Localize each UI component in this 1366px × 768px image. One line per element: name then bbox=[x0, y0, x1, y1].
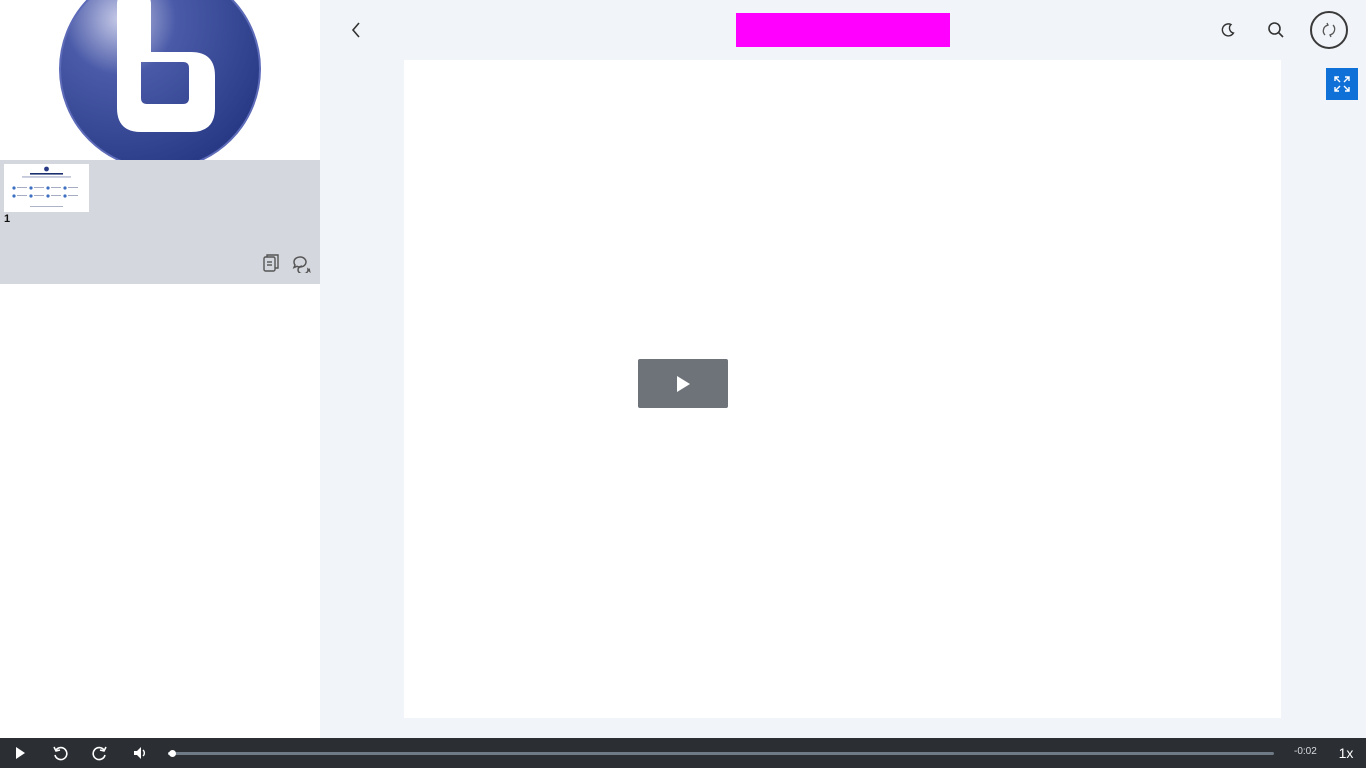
header-actions bbox=[1214, 11, 1348, 49]
swap-layout-icon[interactable] bbox=[1310, 11, 1348, 49]
video-player[interactable] bbox=[404, 60, 1281, 718]
thumbnail-panel: 1 bbox=[0, 160, 320, 284]
play-icon bbox=[677, 375, 690, 392]
big-play-button[interactable] bbox=[638, 359, 728, 408]
sidebar-actions bbox=[260, 252, 312, 274]
progress-bar[interactable] bbox=[168, 750, 1274, 757]
logo-area bbox=[0, 0, 320, 160]
fullscreen-icon[interactable] bbox=[1326, 68, 1358, 100]
main-area bbox=[320, 0, 1366, 738]
copy-icon[interactable] bbox=[260, 252, 282, 274]
volume-icon bbox=[134, 747, 145, 759]
play-icon bbox=[16, 747, 25, 759]
slide-number: 1 bbox=[4, 213, 11, 225]
bigbluebutton-logo bbox=[59, 0, 261, 160]
rewind-button[interactable] bbox=[40, 738, 80, 768]
recording-title bbox=[736, 13, 950, 47]
chevron-left-icon[interactable] bbox=[344, 18, 368, 42]
sidebar: 1 bbox=[0, 0, 320, 738]
progress-handle[interactable] bbox=[169, 750, 177, 757]
playback-rate-button[interactable]: 1x bbox=[1331, 738, 1361, 768]
volume-button[interactable] bbox=[120, 738, 160, 768]
slide-preview-graphic bbox=[12, 166, 78, 207]
player-control-bar: -0:02 1x bbox=[0, 738, 1366, 768]
remaining-time: -0:02 bbox=[1294, 746, 1317, 757]
forward-button[interactable] bbox=[80, 738, 120, 768]
slide-thumbnail[interactable] bbox=[4, 164, 89, 212]
forward-icon bbox=[92, 746, 107, 761]
play-button[interactable] bbox=[0, 738, 40, 768]
search-icon[interactable] bbox=[1262, 11, 1290, 49]
moon-icon[interactable] bbox=[1214, 11, 1242, 49]
rewind-icon bbox=[53, 746, 68, 761]
chat-icon[interactable] bbox=[290, 252, 312, 274]
